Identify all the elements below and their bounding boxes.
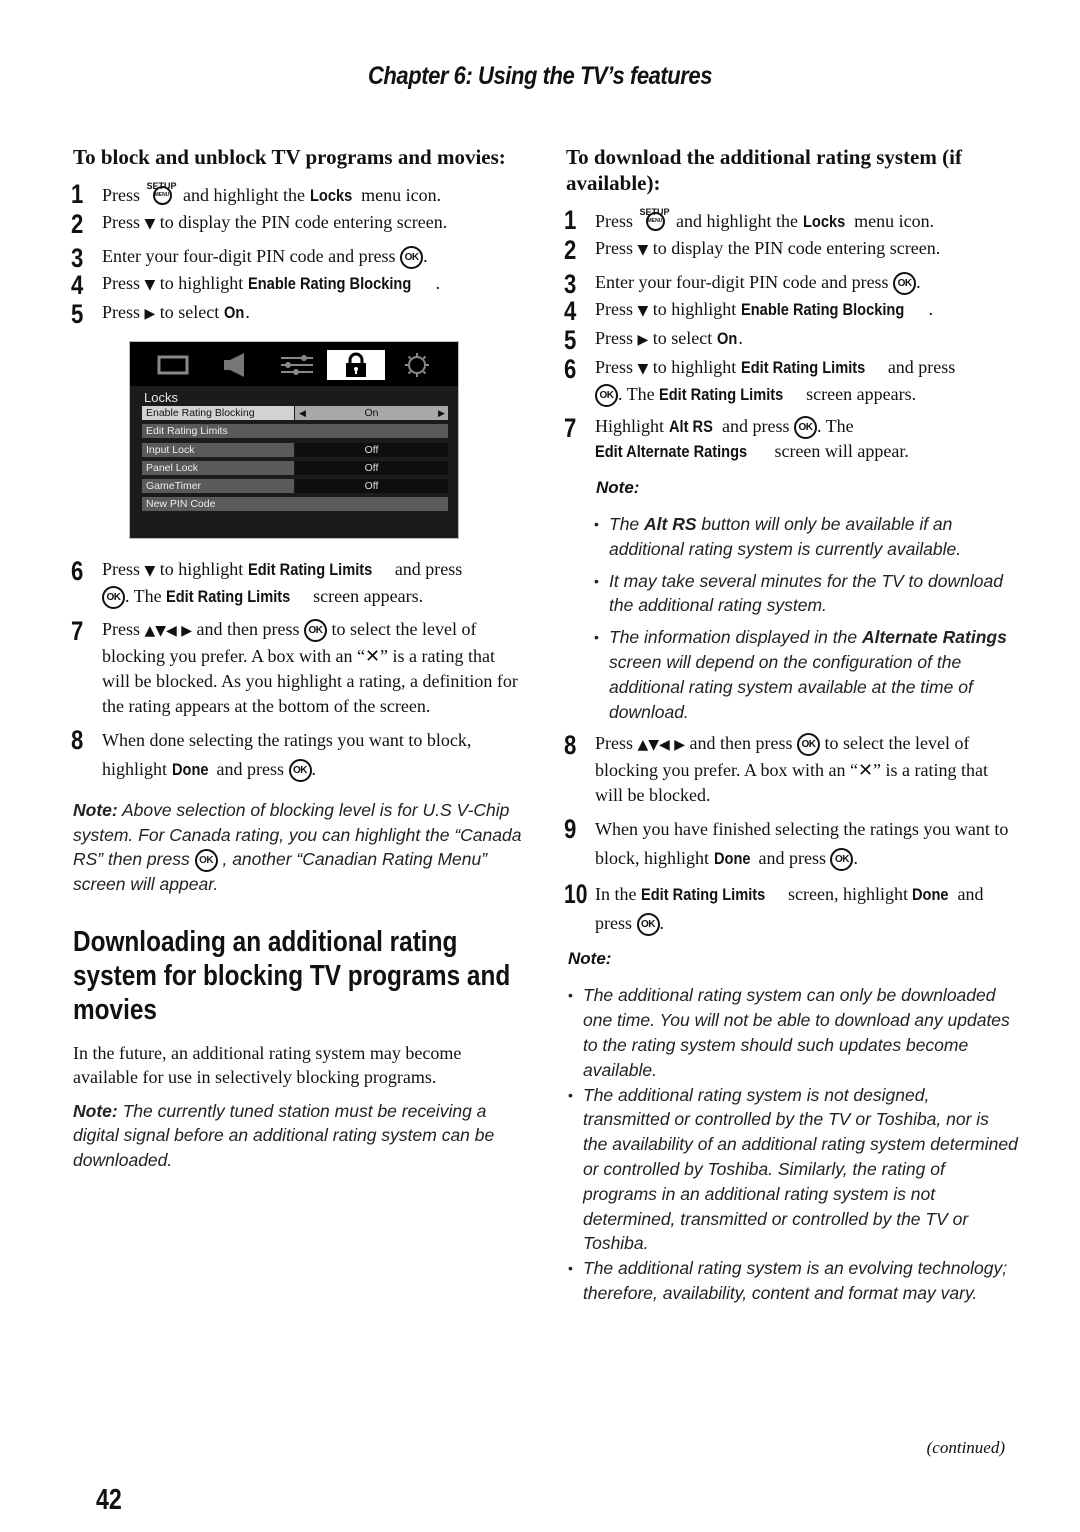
note-bullet: It may take several minutes for the TV t… [594, 569, 1018, 619]
menu-row-gametimer[interactable]: GameTimer Off [142, 479, 448, 493]
left-step-5: 5 Press ▶ to select On. [71, 299, 250, 329]
note-bullet: The additional rating system can only be… [568, 983, 1018, 1082]
left-step-6: 6 Press ▼ to highlight Edit Rating Limit… [71, 556, 525, 609]
right-column: To download the additional rating system… [564, 144, 1018, 1306]
ok-button-icon: OK [194, 849, 218, 872]
left-column: To block and unblock TV programs and mov… [71, 144, 525, 1172]
settings-sliders-icon [268, 350, 326, 380]
right-arrow-icon: ▶ [438, 408, 445, 418]
right-heading: To download the additional rating system… [566, 145, 962, 195]
right-step-6: 6 Press ▼ to highlight Edit Rating Limit… [564, 354, 1018, 407]
left-step-2: 2 Press ▼ to display the PIN code enteri… [71, 209, 448, 239]
section-heading: Downloading an additional rating system … [73, 925, 511, 1026]
page-number: 42 [96, 1484, 122, 1516]
menu-title: Locks [144, 390, 178, 405]
picture-icon [144, 350, 202, 380]
alt-rs-note-list: The Alt RS button will only be available… [594, 512, 1018, 724]
setup-menu-button-icon: SETUP MENU [145, 180, 179, 205]
left-step-3: 3 Enter your four-digit PIN code and pre… [71, 243, 428, 273]
direction-arrows-icon: ▲▼◀ ▶ [144, 623, 193, 639]
down-arrow-icon: ▼ [144, 277, 156, 293]
note-label: Note: [568, 949, 612, 969]
left-step-1: 1 Press SETUP MENU and highlight the Lock… [71, 179, 442, 209]
continued-label: (continued) [926, 1438, 1005, 1457]
tv-locks-menu-screenshot: Locks Enable Rating Blocking On ◀ ▶ Edit… [129, 341, 459, 539]
right-step-9: 9 When you have finished selecting the r… [564, 814, 1018, 873]
down-arrow-icon: ▼ [637, 303, 649, 319]
menu-row-input-lock[interactable]: Input Lock Off [142, 443, 448, 457]
right-step-8: 8 Press ▲▼◀ ▶ and then press OK to selec… [564, 730, 988, 806]
down-arrow-icon: ▼ [144, 216, 156, 232]
note-bullet: The additional rating system is not desi… [568, 1083, 1018, 1257]
note-bullet: The information displayed in the Alterna… [594, 625, 1018, 724]
left-step-8: 8 When done selecting the ratings you wa… [71, 725, 525, 784]
down-arrow-icon: ▼ [144, 563, 156, 579]
direction-arrows-icon: ▲▼◀ ▶ [637, 737, 686, 754]
left-heading: To block and unblock TV programs and mov… [73, 145, 506, 169]
right-step-10: 10 In the Edit Rating Limits screen, hig… [564, 879, 1018, 937]
ok-button-icon: OK [893, 272, 917, 295]
ok-button-icon: OK [794, 416, 817, 439]
right-step-5: 5 Press ▶ to select On. [564, 325, 743, 355]
menu-icon-bar [130, 342, 458, 386]
lock-icon [327, 350, 385, 380]
canada-rating-note: Note: Above selection of blocking level … [73, 800, 522, 894]
left-step-7: 7 Press ▲▼◀ ▶ and then press OK to selec… [71, 616, 518, 716]
ok-button-icon: OK [304, 619, 328, 642]
audio-icon [206, 350, 264, 380]
down-arrow-icon: ▼ [637, 242, 649, 258]
menu-row-panel-lock[interactable]: Panel Lock Off [142, 461, 448, 475]
right-step-2: 2 Press ▼ to display the PIN code enteri… [564, 235, 941, 265]
note-label: Note: [596, 478, 640, 497]
right-arrow-icon: ▶ [637, 332, 649, 348]
setup-gear-icon [388, 350, 446, 380]
ok-button-icon: OK [102, 586, 125, 609]
ok-button-icon: OK [636, 913, 660, 937]
menu-row-edit-rating-limits[interactable]: Edit Rating Limits [142, 424, 448, 438]
note-bullet: The Alt RS button will only be available… [594, 512, 1018, 562]
right-arrow-icon: ▶ [144, 306, 156, 322]
right-step-4: 4 Press ▼ to highlight Enable Rating Blo… [564, 296, 934, 326]
menu-row-new-pin-code[interactable]: New PIN Code [142, 497, 448, 511]
ok-button-icon: OK [400, 246, 424, 269]
ok-button-icon: OK [797, 733, 821, 757]
chapter-title: Chapter 6: Using the TV’s features [367, 62, 713, 90]
intro-paragraph: In the future, an additional rating syst… [73, 1042, 462, 1087]
right-step-1: 1 Press SETUP MENU and highlight the Lock… [564, 205, 935, 235]
down-arrow-icon: ▼ [637, 361, 649, 377]
digital-signal-note: Note: The currently tuned station must b… [73, 1100, 495, 1170]
setup-menu-button-icon: SETUP MENU [638, 206, 672, 231]
ok-button-icon: OK [595, 384, 618, 407]
ok-button-icon: OK [288, 759, 312, 782]
ok-button-icon: OK [830, 848, 854, 872]
note-bullet: The additional rating system is an evolv… [568, 1256, 1018, 1306]
left-step-4: 4 Press ▼ to highlight Enable Rating Blo… [71, 270, 441, 300]
menu-row-enable-rating-blocking[interactable]: Enable Rating Blocking On ◀ ▶ [142, 406, 448, 420]
left-arrow-icon: ◀ [299, 408, 306, 418]
right-step-7: 7 Highlight Alt RS and press OK. The Edi… [564, 413, 909, 461]
right-step-3: 3 Enter your four-digit PIN code and pre… [564, 269, 921, 299]
rating-system-note-list: The additional rating system can only be… [568, 983, 1018, 1305]
